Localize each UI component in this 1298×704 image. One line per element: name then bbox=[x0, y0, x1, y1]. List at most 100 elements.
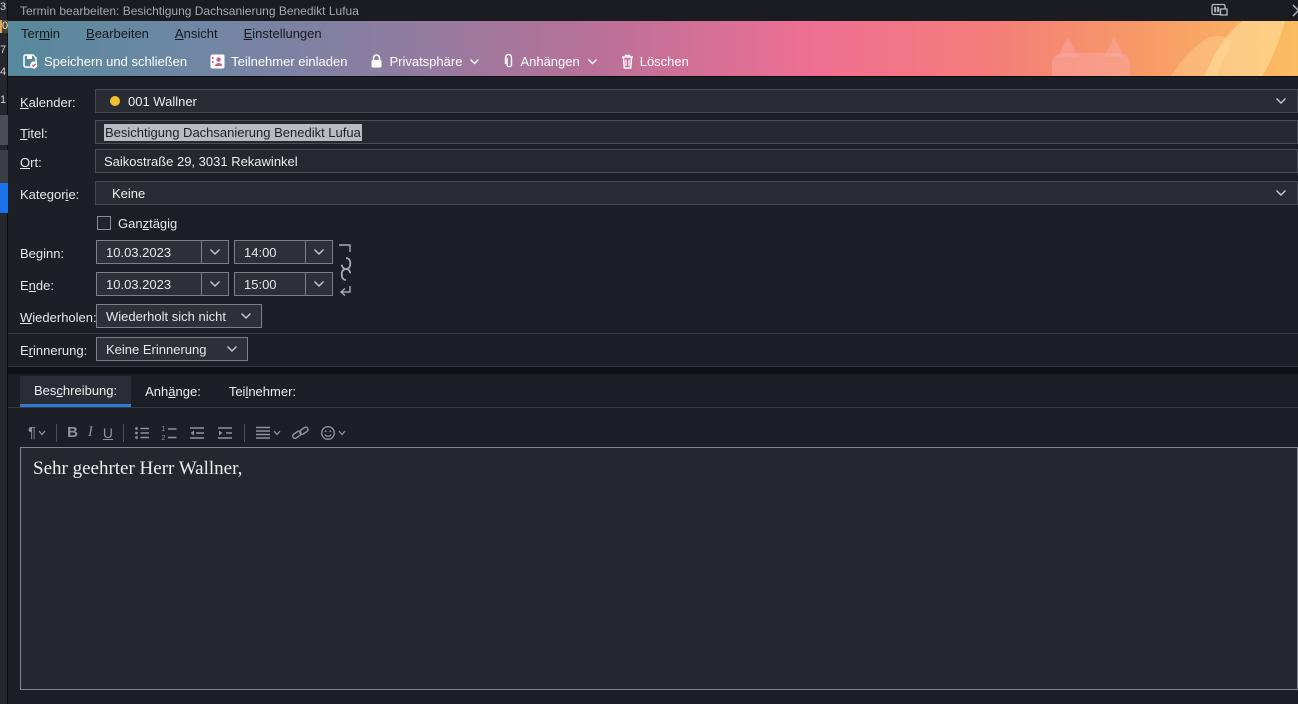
menu-bearbeiten[interactable]: Bearbeiten bbox=[86, 26, 149, 41]
paragraph-format-button[interactable]: ¶ bbox=[28, 424, 46, 441]
menubar: Termin Bearbeiten Ansicht Einstellungen bbox=[8, 21, 1298, 45]
chevron-down-icon bbox=[1275, 189, 1287, 197]
start-date-select[interactable]: 10.03.2023 bbox=[96, 240, 229, 264]
strip-week-number: 7 bbox=[0, 44, 7, 56]
toolbar-separator bbox=[244, 423, 246, 442]
tabs-rule bbox=[8, 407, 1298, 408]
italic-button[interactable]: I bbox=[88, 424, 93, 441]
toolbar-separator bbox=[123, 423, 125, 442]
calendar-color-dot bbox=[110, 96, 120, 106]
strip-block bbox=[0, 115, 8, 145]
save-and-close-button[interactable]: Speichern und schließen bbox=[14, 49, 195, 74]
chevron-down-icon bbox=[306, 280, 332, 288]
header-gradient: Termin Bearbeiten Ansicht Einstellungen bbox=[8, 21, 1298, 77]
paragraph-icon: ¶ bbox=[28, 424, 37, 441]
privacy-button[interactable]: Privatsphäre bbox=[361, 49, 488, 73]
detail-tabs: Bes c hreibung: Anh ä nge: Tei l nehmer: bbox=[20, 376, 310, 407]
tab-anhaenge[interactable]: Anh ä nge: bbox=[131, 376, 215, 407]
start-label: Beginn: bbox=[20, 246, 65, 261]
bold-button[interactable]: B bbox=[67, 424, 78, 441]
location-input[interactable]: Saikostraße 29, 3031 Rekawinkel bbox=[95, 149, 1298, 173]
chevron-down-icon bbox=[273, 430, 281, 435]
start-time-value: 14:00 bbox=[244, 244, 277, 260]
strip-week-number: 4 bbox=[0, 66, 7, 78]
underline-button[interactable]: U bbox=[103, 425, 113, 441]
bullet-list-button[interactable] bbox=[134, 425, 151, 441]
link-button[interactable] bbox=[291, 425, 310, 441]
chevron-down-icon bbox=[587, 58, 598, 65]
svg-text:1: 1 bbox=[162, 426, 166, 433]
delete-button[interactable]: Löschen bbox=[612, 49, 697, 74]
category-select[interactable]: Keine bbox=[95, 181, 1298, 205]
chevron-down-icon bbox=[338, 430, 346, 435]
menu-termin[interactable]: Termin bbox=[21, 26, 60, 41]
trash-icon bbox=[620, 53, 635, 70]
separator bbox=[8, 333, 1298, 334]
end-time-value: 15:00 bbox=[244, 276, 277, 292]
editor-toolbar: ¶ B I U 1 2 bbox=[28, 419, 346, 446]
category-value: Keine bbox=[112, 185, 146, 201]
strip-week-number: 3 bbox=[0, 1, 7, 13]
strip-selection-block bbox=[0, 183, 8, 213]
window-layout-icon[interactable] bbox=[1211, 3, 1228, 17]
title-label: Titel: bbox=[20, 126, 48, 141]
end-date-value: 10.03.2023 bbox=[106, 276, 172, 292]
start-time-select[interactable]: 14:00 bbox=[234, 240, 333, 264]
toolbar-separator bbox=[56, 423, 58, 442]
tab-teilnehmer[interactable]: Tei l nehmer: bbox=[215, 376, 310, 407]
invite-attendees-button[interactable]: Teilnehmer einladen bbox=[201, 49, 355, 74]
reminder-value: Keine Erinnerung bbox=[106, 341, 207, 357]
description-editor[interactable]: Sehr geehrter Herr Wallner, bbox=[20, 447, 1298, 690]
repeat-value: Wiederholt sich nicht bbox=[106, 308, 226, 324]
event-edit-dialog: 3 0 7 4 1 Termin bearbeiten: Besichtigun… bbox=[0, 0, 1298, 704]
button-label: Anhängen bbox=[520, 53, 580, 69]
end-label: Ende: bbox=[20, 278, 54, 293]
numbered-list-button[interactable]: 1 2 bbox=[161, 425, 178, 441]
strip-week-number: 0 bbox=[0, 20, 8, 33]
paperclip-icon bbox=[502, 53, 515, 70]
title-value-selected: Besichtigung Dachsanierung Benedikt Lufu… bbox=[104, 123, 362, 141]
emoji-button[interactable] bbox=[320, 425, 346, 441]
strip-week-number: 1 bbox=[0, 94, 7, 106]
repeat-select[interactable]: Wiederholt sich nicht bbox=[96, 304, 262, 328]
allday-label[interactable]: Ganztägig bbox=[118, 216, 177, 231]
chevron-down-icon bbox=[469, 58, 480, 65]
chevron-down-icon bbox=[306, 248, 332, 256]
titlebar[interactable]: Termin bearbeiten: Besichtigung Dachsani… bbox=[8, 0, 1298, 21]
calendar-select[interactable]: 001 Wallner bbox=[95, 89, 1298, 113]
align-button[interactable] bbox=[255, 426, 281, 440]
window-title: Termin bearbeiten: Besichtigung Dachsani… bbox=[20, 3, 359, 18]
strip-block bbox=[0, 150, 8, 183]
description-text: Sehr geehrter Herr Wallner, bbox=[33, 458, 243, 479]
attach-button[interactable]: Anhängen bbox=[494, 49, 605, 74]
background-window-edge: 3 0 7 4 1 bbox=[0, 0, 8, 704]
chevron-down-icon bbox=[1275, 97, 1287, 105]
location-value: Saikostraße 29, 3031 Rekawinkel bbox=[104, 153, 298, 169]
menu-ansicht[interactable]: Ansicht bbox=[175, 26, 218, 41]
invite-attendees-icon bbox=[209, 53, 226, 70]
reminder-select[interactable]: Keine Erinnerung bbox=[96, 337, 248, 361]
separator-band bbox=[8, 367, 1298, 374]
close-icon[interactable] bbox=[1291, 3, 1298, 18]
menu-einstellungen[interactable]: Einstellungen bbox=[244, 26, 322, 41]
save-close-icon bbox=[22, 53, 39, 70]
allday-checkbox[interactable] bbox=[97, 216, 111, 230]
chevron-down-icon bbox=[240, 312, 252, 320]
reminder-label: Erinnerung: bbox=[20, 343, 88, 358]
start-date-value: 10.03.2023 bbox=[106, 244, 172, 260]
chevron-down-icon bbox=[202, 248, 228, 256]
lock-icon bbox=[369, 53, 384, 69]
location-label: Ort: bbox=[20, 155, 42, 170]
chevron-down-icon bbox=[226, 345, 238, 353]
outdent-button[interactable] bbox=[188, 425, 206, 441]
link-times-icon bbox=[335, 240, 357, 298]
chevron-down-icon bbox=[38, 430, 46, 435]
tab-beschreibung[interactable]: Bes c hreibung: bbox=[20, 376, 132, 407]
end-date-select[interactable]: 10.03.2023 bbox=[96, 272, 229, 296]
end-time-select[interactable]: 15:00 bbox=[234, 272, 333, 296]
title-input[interactable]: Besichtigung Dachsanierung Benedikt Lufu… bbox=[95, 120, 1298, 144]
button-label: Speichern und schließen bbox=[44, 53, 188, 69]
indent-button[interactable] bbox=[216, 425, 234, 441]
category-label: Kategorie: bbox=[20, 187, 80, 202]
button-label: Löschen bbox=[639, 53, 689, 69]
